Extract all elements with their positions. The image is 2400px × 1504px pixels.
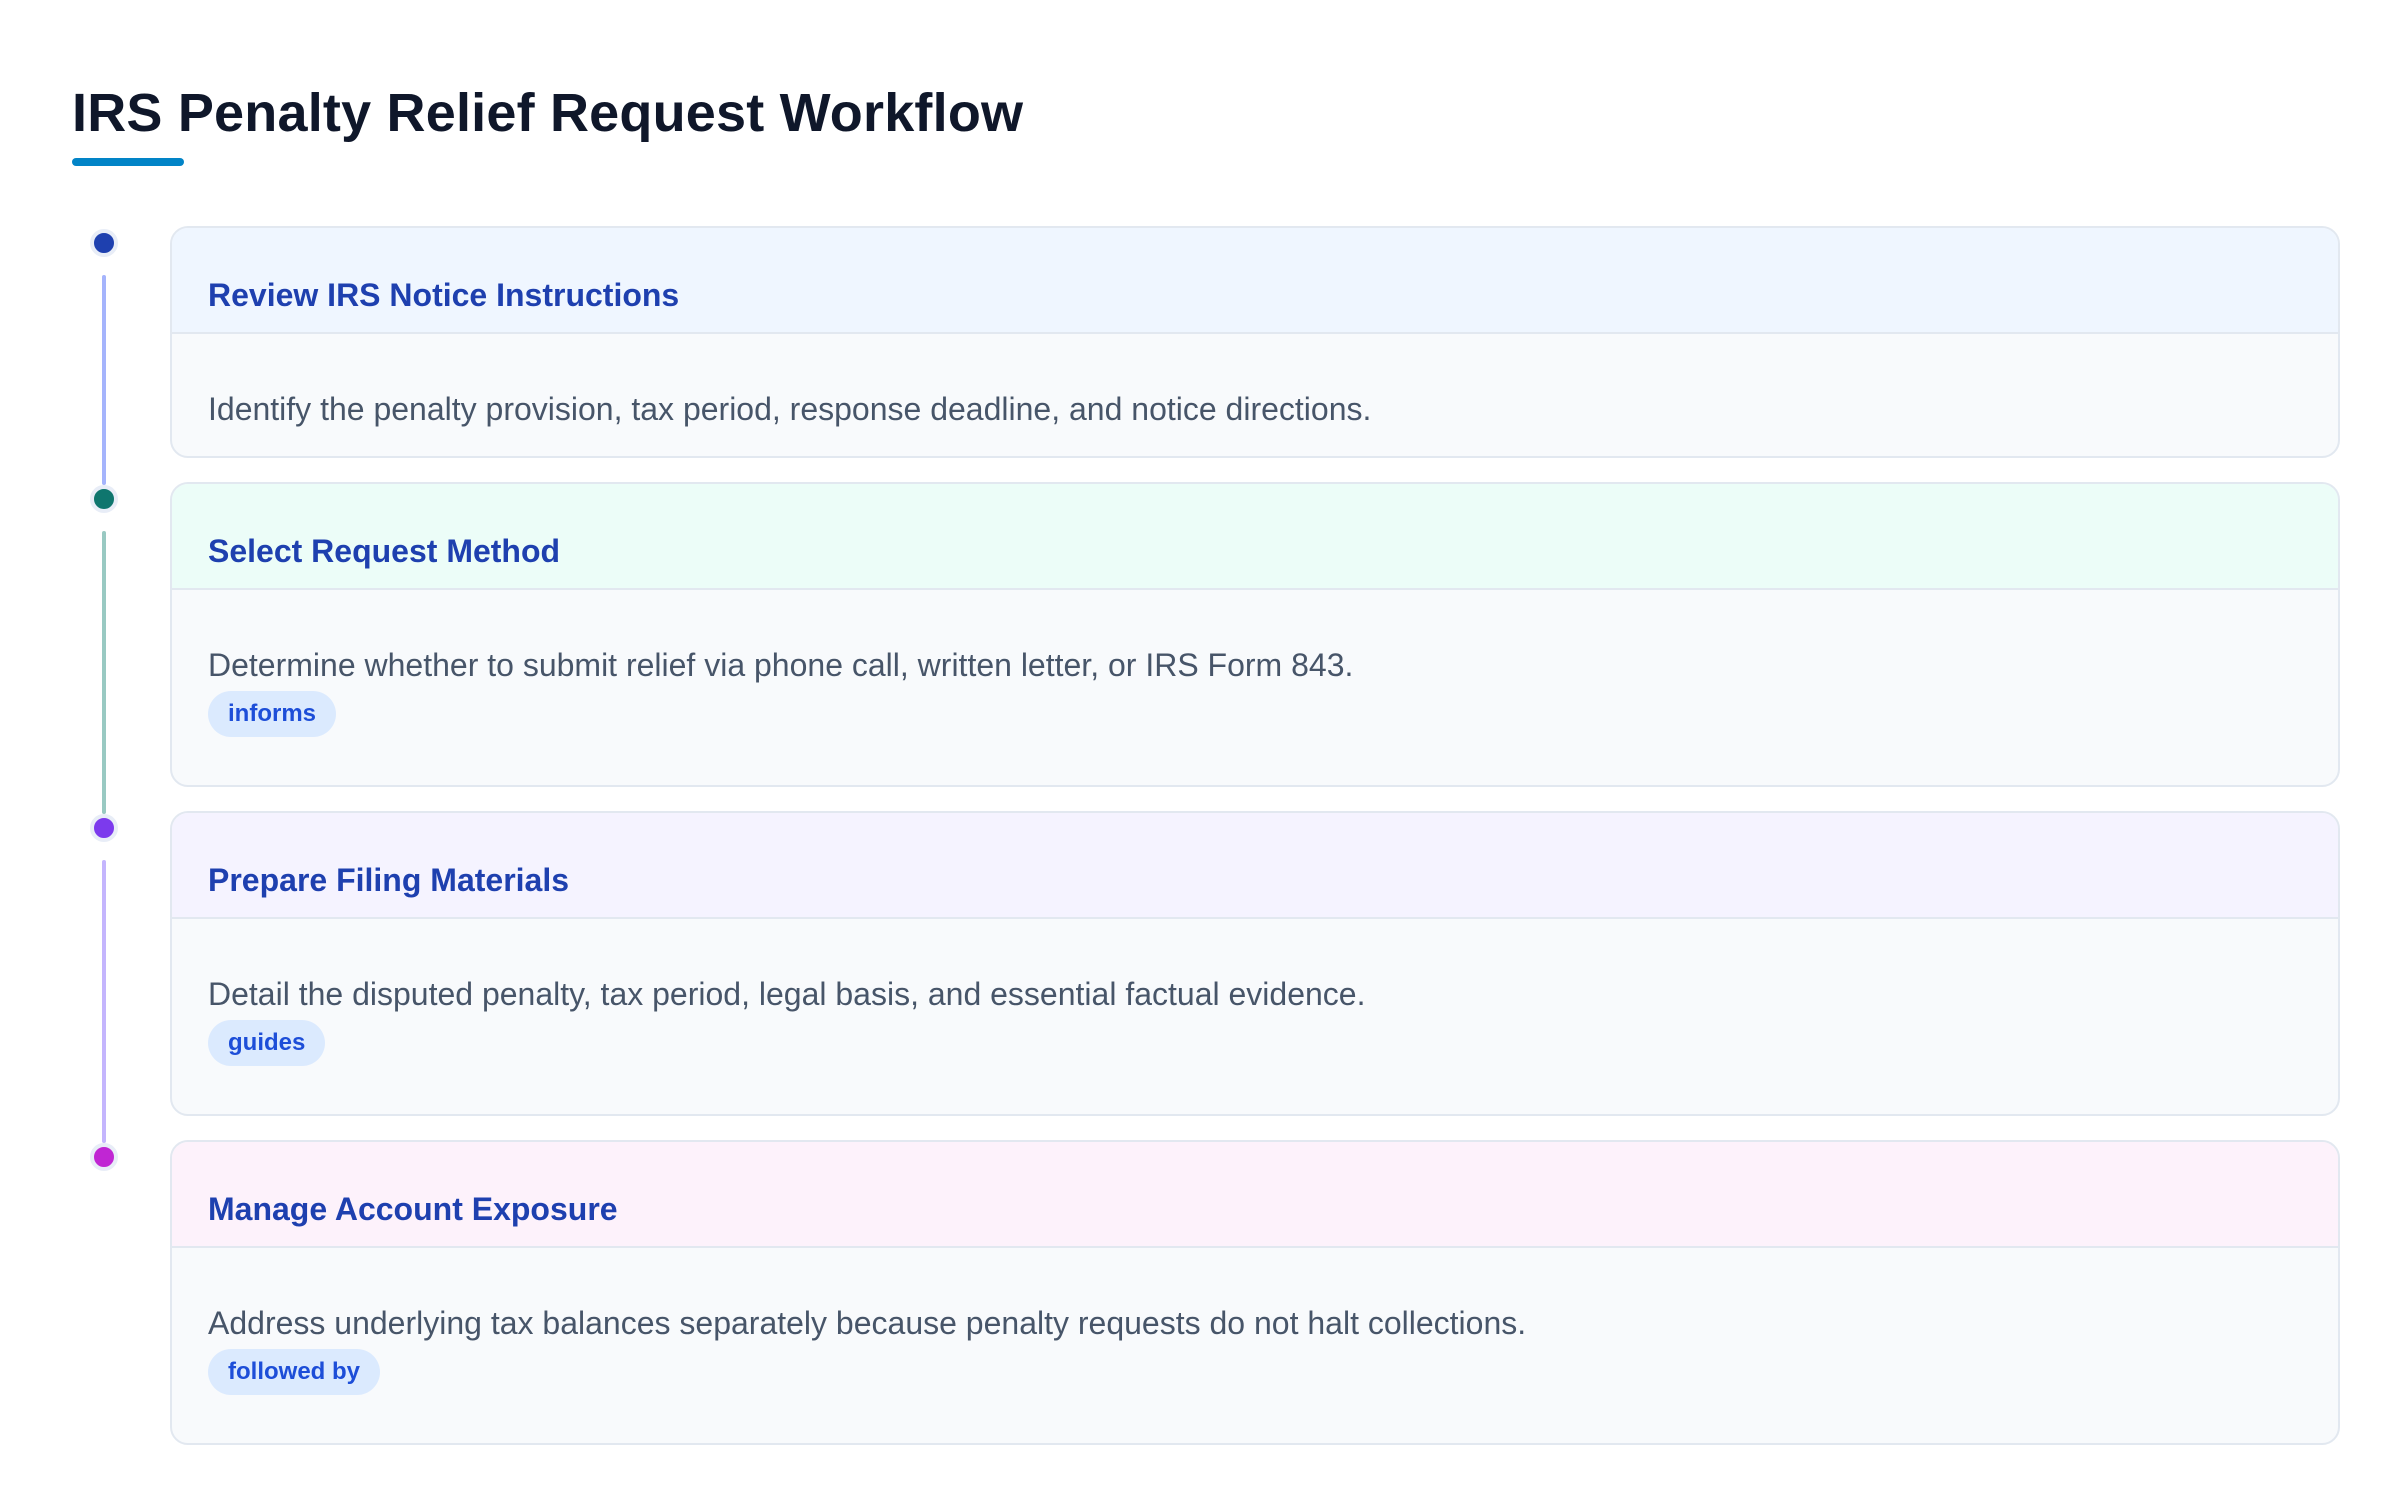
timeline-dot-3 bbox=[90, 814, 118, 842]
step-card-body: Detail the disputed penalty, tax period,… bbox=[172, 919, 2338, 1067]
timeline-dot-4 bbox=[90, 1143, 118, 1171]
step-title: Select Request Method bbox=[208, 533, 561, 569]
relation-badge-guides: guides bbox=[208, 1020, 326, 1067]
step-card-header: Manage Account Exposure bbox=[172, 1142, 2338, 1248]
timeline-connector-1 bbox=[102, 275, 106, 485]
step-card-body: Identify the penalty provision, tax peri… bbox=[172, 334, 2338, 427]
relation-badge-informs: informs bbox=[208, 691, 337, 738]
step-title: Manage Account Exposure bbox=[208, 1191, 618, 1227]
timeline-connector-2 bbox=[102, 531, 106, 814]
step-description: Address underlying tax balances separate… bbox=[208, 1305, 1527, 1341]
step-card-prepare-materials: Prepare Filing Materials Detail the disp… bbox=[170, 811, 2340, 1116]
title-underline bbox=[72, 158, 184, 166]
step-card-body: Determine whether to submit relief via p… bbox=[172, 590, 2338, 738]
step-card-body: Address underlying tax balances separate… bbox=[172, 1248, 2338, 1396]
step-card-select-method: Select Request Method Determine whether … bbox=[170, 482, 2340, 787]
step-title: Review IRS Notice Instructions bbox=[208, 277, 680, 313]
timeline-connector-3 bbox=[102, 860, 106, 1143]
step-card-review-notice: Review IRS Notice Instructions Identify … bbox=[170, 226, 2340, 458]
timeline-dot-2 bbox=[90, 485, 118, 513]
step-card-manage-exposure: Manage Account Exposure Address underlyi… bbox=[170, 1140, 2340, 1445]
step-card-header: Prepare Filing Materials bbox=[172, 813, 2338, 919]
timeline-dot-1 bbox=[90, 229, 118, 257]
step-title: Prepare Filing Materials bbox=[208, 862, 570, 898]
step-card-header: Review IRS Notice Instructions bbox=[172, 228, 2338, 334]
step-description: Determine whether to submit relief via p… bbox=[208, 647, 1354, 683]
step-card-header: Select Request Method bbox=[172, 484, 2338, 590]
relation-badge-followed-by: followed by bbox=[208, 1349, 380, 1396]
step-description: Identify the penalty provision, tax peri… bbox=[208, 391, 1372, 427]
page-title: IRS Penalty Relief Request Workflow bbox=[72, 83, 1024, 143]
workflow-page: IRS Penalty Relief Request Workflow Revi… bbox=[0, 0, 2400, 1504]
step-description: Detail the disputed penalty, tax period,… bbox=[208, 976, 1366, 1012]
